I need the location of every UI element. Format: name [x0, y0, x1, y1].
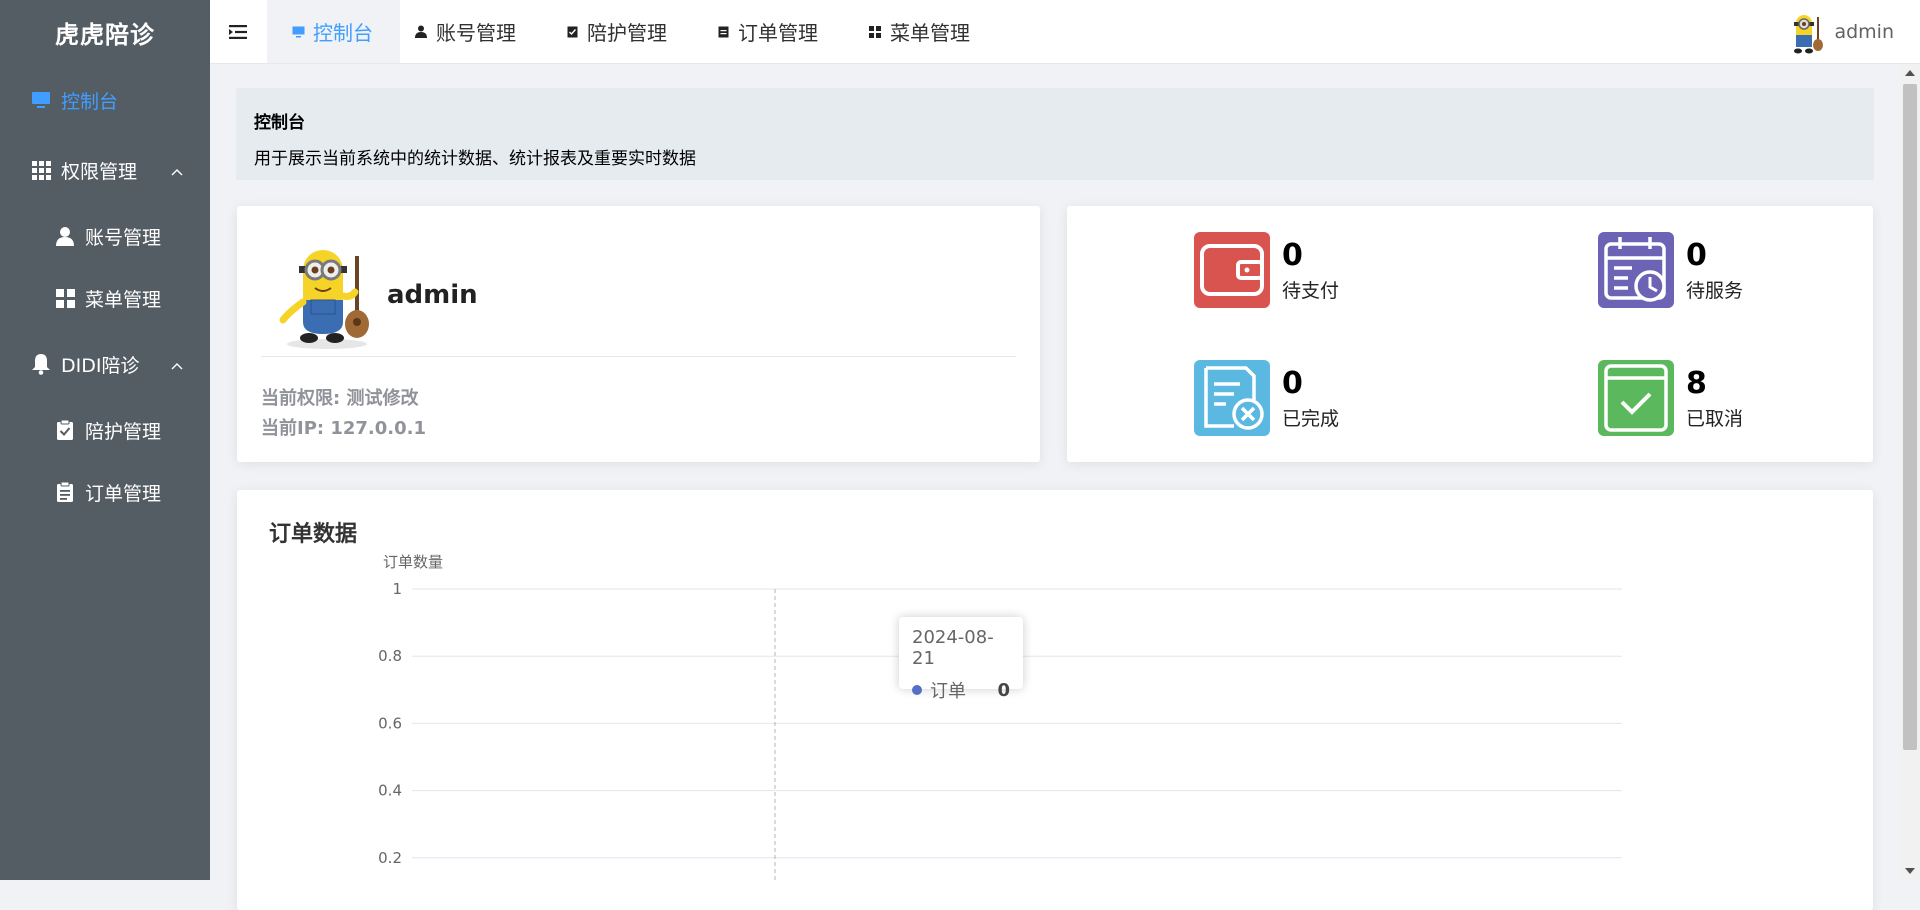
username: admin [1834, 21, 1894, 43]
sidebar-item-label: 订单管理 [85, 482, 162, 505]
clipboard-check-icon [54, 419, 76, 441]
sidebar: 虎虎陪诊 控制台 权限管理 账号管理 菜单管理 DIDI陪诊 陪护管理 订单管理 [0, 0, 210, 880]
sidebar-submenu-permissions[interactable]: 权限管理 [0, 148, 210, 192]
monitor-icon [30, 89, 52, 111]
chart-tooltip: 2024-08-21 订单 0 [899, 617, 1023, 702]
current-role: 当前权限: 测试修改 [261, 388, 419, 409]
document-cancel-icon [1194, 360, 1270, 436]
tab-label: 陪护管理 [587, 21, 667, 45]
chevron-up-icon [170, 357, 184, 379]
menu-blocks-icon [868, 25, 882, 39]
sidebar-item-menus[interactable]: 菜单管理 [0, 276, 210, 320]
clipboard-check-icon [565, 25, 579, 39]
top-header: 控制台 账号管理 陪护管理 订单管理 菜单管理 admin [210, 0, 1920, 64]
series-dot [912, 685, 922, 695]
tab-orders[interactable]: 订单管理 [716, 0, 818, 63]
chart-title: 订单数据 [269, 522, 358, 547]
user-icon [54, 225, 76, 247]
bell-icon [30, 353, 52, 375]
tooltip-series: 订单 [930, 681, 966, 702]
tab-dashboard[interactable]: 控制台 [267, 0, 400, 63]
brand-title: 虎虎陪诊 [55, 20, 155, 49]
scroll-down-icon[interactable] [1905, 868, 1915, 874]
sidebar-item-label: 菜单管理 [85, 288, 162, 311]
stat-value: 0 [1282, 366, 1303, 401]
stat-pending-payment[interactable]: 0 待支付 [1194, 232, 1494, 308]
calendar-clock-icon [1598, 232, 1674, 308]
tooltip-value: 0 [997, 679, 1010, 701]
divider [261, 356, 1016, 357]
stat-completed[interactable]: 0 已完成 [1194, 360, 1494, 436]
tab-menus[interactable]: 菜单管理 [868, 0, 970, 63]
stat-label: 已取消 [1686, 408, 1744, 430]
user-icon [414, 25, 428, 39]
stat-label: 待服务 [1686, 280, 1744, 302]
stat-cancelled[interactable]: 8 已取消 [1598, 360, 1898, 436]
tab-label: 菜单管理 [890, 21, 970, 45]
stat-label: 已完成 [1282, 408, 1340, 430]
sidebar-item-label: 账号管理 [85, 226, 162, 249]
document-icon [54, 481, 76, 503]
stat-label: 待支付 [1282, 280, 1340, 302]
tab-accounts[interactable]: 账号管理 [414, 0, 516, 63]
stat-value: 0 [1686, 238, 1707, 273]
sidebar-item-dashboard[interactable]: 控制台 [0, 78, 210, 122]
sidebar-item-label: 陪护管理 [85, 420, 162, 443]
tooltip-date: 2024-08-21 [912, 627, 994, 669]
tab-label: 控制台 [313, 21, 373, 45]
order-stats-card: 0 待支付 0 待服务 0 已完成 8 已取消 [1067, 206, 1873, 462]
sidebar-item-escort[interactable]: 陪护管理 [0, 408, 210, 452]
user-name: admin [387, 280, 478, 310]
grid-icon [30, 159, 52, 181]
sidebar-item-label: 权限管理 [61, 160, 138, 183]
user-menu[interactable]: admin [1784, 8, 1894, 56]
scrollbar-thumb[interactable] [1903, 84, 1917, 750]
current-ip: 当前IP: 127.0.0.1 [261, 418, 427, 439]
stat-value: 8 [1686, 366, 1707, 401]
user-info-card: admin 当前权限: 测试修改 当前IP: 127.0.0.1 [237, 206, 1040, 462]
sidebar-item-orders[interactable]: 订单管理 [0, 470, 210, 514]
sidebar-item-label: 控制台 [61, 90, 119, 113]
menu-blocks-icon [54, 287, 76, 309]
sidebar-item-label: DIDI陪诊 [61, 354, 140, 377]
order-chart-card: 订单数据 [237, 490, 1873, 910]
page-header: 控制台 用于展示当前系统中的统计数据、统计报表及重要实时数据 [236, 88, 1874, 180]
sidebar-item-accounts[interactable]: 账号管理 [0, 214, 210, 258]
scroll-up-icon[interactable] [1905, 70, 1915, 76]
sidebar-submenu-didi[interactable]: DIDI陪诊 [0, 342, 210, 386]
tab-label: 订单管理 [738, 21, 818, 45]
avatar [275, 242, 379, 350]
stat-value: 0 [1282, 238, 1303, 273]
wallet-icon [1194, 232, 1270, 308]
chevron-up-icon [170, 163, 184, 185]
page-description: 用于展示当前系统中的统计数据、统计报表及重要实时数据 [254, 149, 696, 169]
page-scrollbar[interactable] [1900, 64, 1920, 880]
tab-escort[interactable]: 陪护管理 [565, 0, 667, 63]
collapse-menu-icon[interactable] [226, 20, 250, 44]
stat-pending-service[interactable]: 0 待服务 [1598, 232, 1898, 308]
check-square-icon [1598, 360, 1674, 436]
page-title: 控制台 [254, 113, 305, 133]
avatar [1784, 9, 1826, 55]
tab-label: 账号管理 [436, 21, 516, 45]
document-icon [716, 25, 730, 39]
monitor-icon [291, 25, 305, 39]
